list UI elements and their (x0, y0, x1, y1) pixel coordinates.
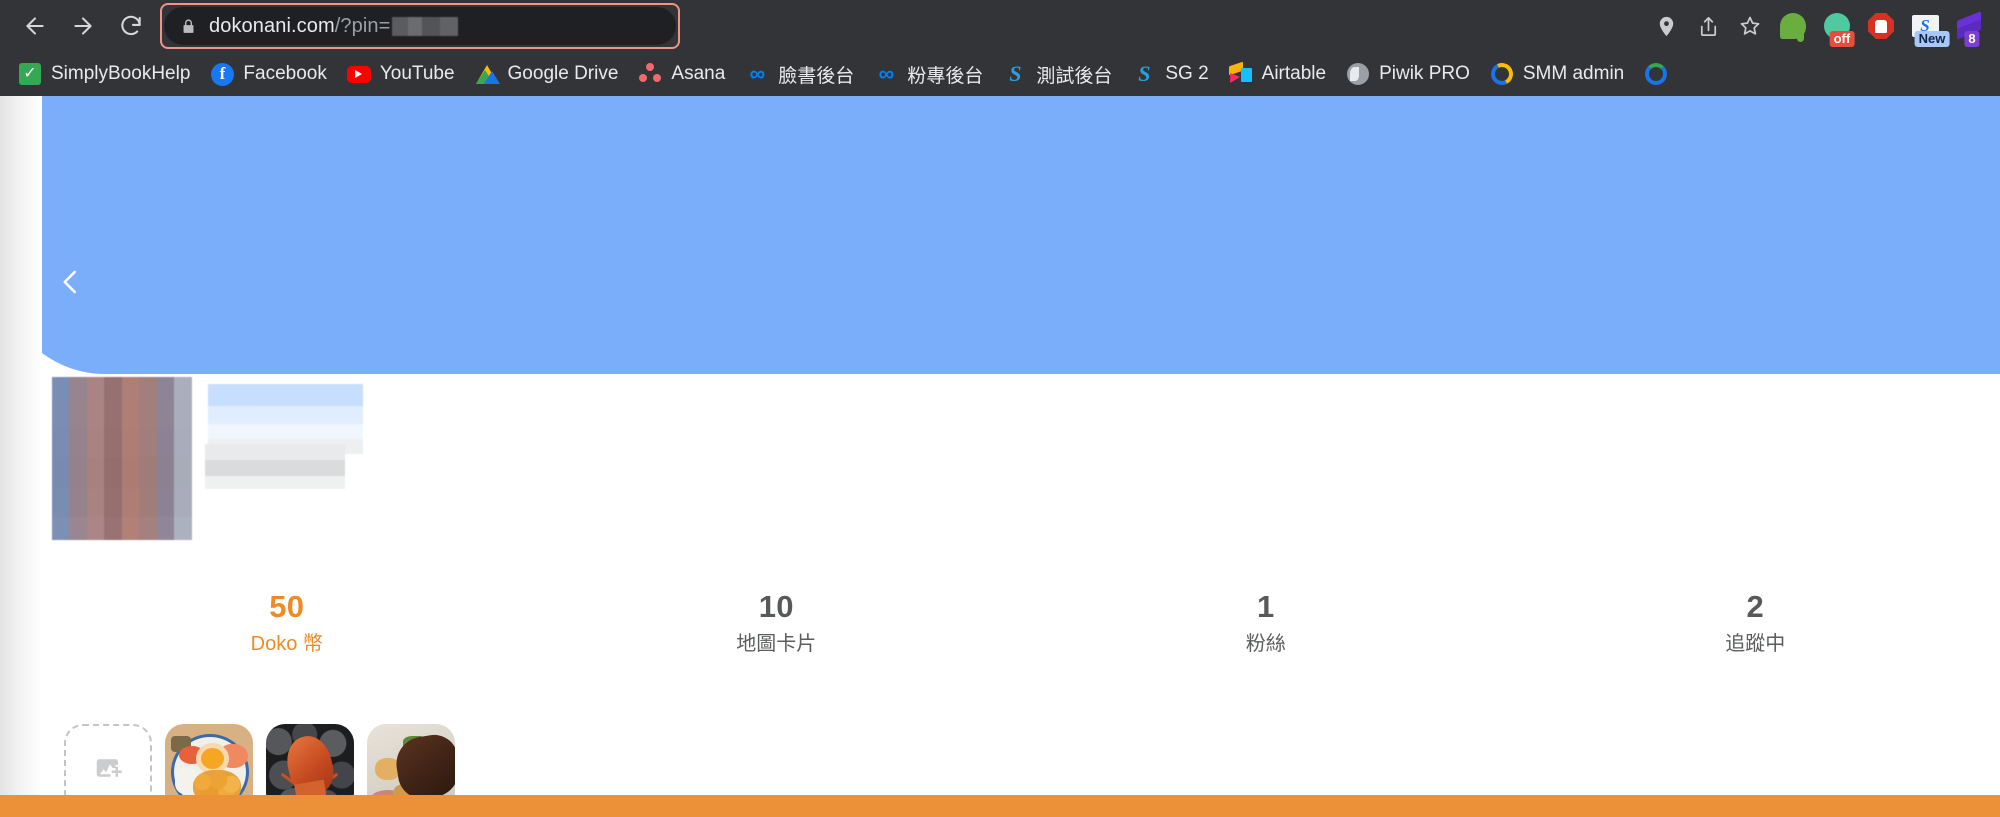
simplybook-icon: S (1138, 61, 1151, 86)
url-path: /?pin= (334, 14, 391, 37)
partial-circle-icon (1644, 62, 1668, 86)
bookmark-simplybookhelp[interactable]: SimplyBookHelp (8, 57, 200, 91)
bookmark-label: SMM admin (1522, 63, 1625, 84)
meta-icon: ∞ (749, 61, 766, 86)
s-extension-icon[interactable]: S New (1904, 6, 1950, 47)
bookmark-facebook[interactable]: f Facebook (200, 57, 336, 91)
left-edge-shade (0, 96, 42, 817)
url-text: dokonani.com/?pin= (209, 14, 459, 38)
simplybook-icon: S (1009, 61, 1022, 86)
url-redacted-pin (392, 16, 459, 36)
youtube-icon (346, 62, 371, 86)
stat-label: 粉絲 (1245, 633, 1286, 655)
extension-badge-off: off (1829, 31, 1855, 47)
bookmark-label: 測試後台 (1036, 65, 1113, 87)
extension-badge-new: New (1914, 31, 1950, 47)
bookmark-test-backend[interactable]: S 測試後台 (993, 56, 1122, 93)
profile-hero-banner (0, 96, 2000, 374)
green-check-icon (18, 62, 42, 86)
stat-label: 地圖卡片 (736, 633, 817, 655)
stat-followers[interactable]: 1 粉絲 (1021, 591, 1511, 654)
bookmark-asana[interactable]: Asana (628, 57, 735, 91)
bookmark-star-icon[interactable] (1730, 6, 1770, 46)
bookmark-label: Facebook (243, 63, 327, 84)
address-bar[interactable]: dokonani.com/?pin= (164, 7, 676, 45)
navigation-buttons (14, 5, 152, 47)
profile-stats-row: 50 Doko 幣 10 地圖卡片 1 粉絲 2 追蹤中 (42, 591, 2000, 654)
share-icon[interactable] (1688, 6, 1728, 46)
stat-value: 1 (1256, 589, 1275, 624)
lock-icon (180, 17, 197, 36)
bookmark-label: Google Drive (507, 63, 619, 84)
bookmark-label: Asana (671, 63, 726, 84)
back-chevron-icon[interactable] (48, 259, 94, 305)
meta-icon: ∞ (878, 61, 895, 86)
stat-value: 2 (1746, 589, 1765, 624)
reload-button[interactable] (110, 5, 152, 47)
back-button[interactable] (14, 5, 56, 47)
url-domain: dokonani.com (209, 14, 335, 37)
stat-label: 追蹤中 (1725, 633, 1786, 655)
bookmark-page-backend[interactable]: ∞ 粉專後台 (864, 56, 993, 93)
add-image-icon (96, 759, 122, 777)
bookmark-label: 粉專後台 (907, 65, 984, 87)
bookmark-label: 臉書後台 (778, 65, 855, 87)
facebook-icon: f (210, 62, 234, 86)
bookmark-label: Piwik PRO (1379, 63, 1470, 84)
toolbar-right-icons: off S New 8 (1638, 6, 1990, 47)
evernote-extension-icon[interactable] (1772, 6, 1814, 46)
stat-value: 10 (758, 589, 794, 624)
bookmark-label: Airtable (1261, 63, 1327, 84)
browser-chrome: dokonani.com/?pin= off S New 8 ✓ SimplyB… (0, 0, 2000, 96)
bookmark-overflow[interactable] (1634, 57, 1678, 91)
bookmark-label: SimplyBookHelp (51, 63, 191, 84)
bookmark-youtube[interactable]: YouTube (337, 57, 465, 91)
bookmarks-bar: SimplyBookHelp f Facebook YouTube Google… (0, 52, 2000, 96)
extension-badge-count: 8 (1964, 31, 1980, 47)
adblock-extension-icon[interactable] (1860, 6, 1902, 46)
bookmark-google-drive[interactable]: Google Drive (465, 57, 629, 91)
stat-map-cards[interactable]: 10 地圖卡片 (532, 591, 1022, 654)
omnibox-highlight-annotation: dokonani.com/?pin= (160, 3, 680, 49)
stat-doko-coins[interactable]: 50 Doko 幣 (42, 591, 532, 654)
purple-diamond-extension-icon[interactable]: 8 (1948, 6, 1990, 47)
browser-toolbar: dokonani.com/?pin= off S New 8 (0, 0, 2000, 52)
web-page-content: 50 Doko 幣 10 地圖卡片 1 粉絲 2 追蹤中 (0, 96, 2000, 817)
green-circle-extension-icon[interactable]: off (1816, 6, 1858, 47)
location-icon[interactable] (1646, 6, 1686, 46)
bottom-action-bar[interactable] (0, 795, 2000, 817)
asana-icon (638, 62, 662, 86)
smm-icon (1488, 60, 1516, 88)
bookmark-label: YouTube (379, 63, 455, 84)
stat-label: Doko 幣 (250, 633, 323, 655)
piwik-pro-icon (1346, 62, 1370, 86)
stat-value: 50 (269, 589, 305, 624)
bookmark-piwik-pro[interactable]: Piwik PRO (1336, 57, 1480, 91)
avatar (52, 377, 192, 540)
omnibox-container: dokonani.com/?pin= (152, 3, 1638, 49)
bookmark-smm-admin[interactable]: SMM admin (1480, 57, 1634, 91)
google-drive-icon (475, 62, 500, 86)
bookmark-label: SG 2 (1165, 63, 1209, 84)
user-subtitle-redacted (205, 444, 345, 489)
airtable-icon (1229, 61, 1253, 86)
stat-following[interactable]: 2 追蹤中 (1511, 591, 2000, 654)
forward-button[interactable] (62, 5, 104, 47)
bookmark-airtable[interactable]: Airtable (1219, 57, 1336, 91)
bookmark-facebook-backend[interactable]: ∞ 臉書後台 (735, 56, 864, 93)
bookmark-sg2[interactable]: S SG 2 (1122, 57, 1218, 91)
